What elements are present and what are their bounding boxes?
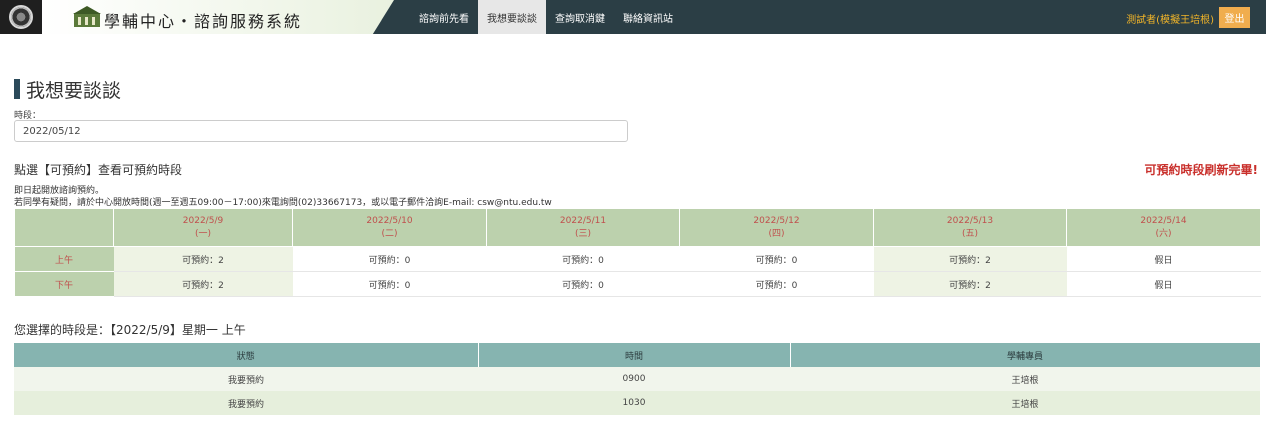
day-header: 2022/5/10 (二) <box>292 208 487 247</box>
available-slot-cell[interactable]: 可預約：2 <box>113 271 293 297</box>
schedule-corner-cell <box>14 208 114 247</box>
slot-cell: 可預約：0 <box>292 246 487 272</box>
university-logo[interactable] <box>0 0 42 34</box>
schedule-header-row: 2022/5/9 (一) 2022/5/10 (二) 2022/5/11 (三) 20… <box>14 208 1261 247</box>
user-name: 測試者(模擬王培根) <box>1126 15 1214 26</box>
weekly-schedule-table: 2022/5/9 (一) 2022/5/10 (二) 2022/5/11 (三) 20… <box>14 208 1261 297</box>
period-label-cell: 下午 <box>14 271 114 297</box>
column-header-status: 狀態 <box>14 343 479 367</box>
page-title: 我想要談談 <box>14 78 122 102</box>
logout-button[interactable]: 登出 <box>1219 7 1250 28</box>
contact-notice: 若同學有疑問，請於中心開放時間(週一至週五09:00－17:00)來電詢問(02… <box>14 198 552 208</box>
nav-item-cancel[interactable]: 查詢取消鍵 <box>546 0 614 34</box>
slot-staff: 王培根 <box>790 367 1260 391</box>
slot-cell: 可預約：0 <box>679 271 874 297</box>
available-slot-cell[interactable]: 可預約：2 <box>873 271 1067 297</box>
day-header: 2022/5/12 (四) <box>679 208 874 247</box>
top-navigation-bar: 學輔中心‧諮詢服務系統 諮詢前先看 我想要談談 查詢取消鍵 聯絡資訊站 測試者(… <box>0 0 1266 34</box>
schedule-heading: 點選【可預約】查看可預約時段 <box>14 163 183 177</box>
selected-period-heading: 您選擇的時段是：【2022/5/9】星期一 上午 <box>14 323 246 337</box>
book-link[interactable]: 我要預約 <box>14 391 478 415</box>
day-header: 2022/5/11 (三) <box>486 208 680 247</box>
day-header: 2022/5/14 (六) <box>1066 208 1261 247</box>
schedule-row-afternoon: 下午 可預約：2 可預約：0 可預約：0 可預約：0 可預約：2 假日 <box>14 271 1261 297</box>
book-link[interactable]: 我要預約 <box>14 367 478 391</box>
time-slots-table: 狀態 時間 學輔專員 我要預約 0900 王培根 我要預約 1030 王培根 <box>14 343 1261 415</box>
refresh-status: 可預約時段刷新完畢! <box>1144 163 1258 177</box>
nav-item-guide[interactable]: 諮詢前先看 <box>410 0 478 34</box>
table-row: 我要預約 1030 王培根 <box>14 391 1260 415</box>
schedule-row-morning: 上午 可預約：2 可預約：0 可預約：0 可預約：0 可預約：2 假日 <box>14 246 1261 272</box>
slot-time: 1030 <box>478 391 790 415</box>
system-title: 學輔中心‧諮詢服務系統 <box>104 12 303 31</box>
date-input[interactable] <box>14 120 628 142</box>
column-header-staff: 學輔專員 <box>790 343 1261 367</box>
holiday-cell: 假日 <box>1066 271 1261 297</box>
title-accent-bar <box>14 79 20 99</box>
university-seal-icon <box>9 5 33 29</box>
slot-time: 0900 <box>478 367 790 391</box>
nav-item-contact[interactable]: 聯絡資訊站 <box>614 0 682 34</box>
holiday-cell: 假日 <box>1066 246 1261 272</box>
day-header: 2022/5/9 (一) <box>113 208 293 247</box>
table-row: 我要預約 0900 王培根 <box>14 367 1260 391</box>
page-title-text: 我想要談談 <box>26 79 122 102</box>
period-label-cell: 上午 <box>14 246 114 272</box>
available-slot-cell[interactable]: 可預約：2 <box>113 246 293 272</box>
available-slot-cell[interactable]: 可預約：2 <box>873 246 1067 272</box>
slot-cell: 可預約：0 <box>292 271 487 297</box>
building-icon <box>73 6 101 27</box>
slots-header-row: 狀態 時間 學輔專員 <box>14 343 1261 367</box>
slot-cell: 可預約：0 <box>486 271 680 297</box>
main-nav: 諮詢前先看 我想要談談 查詢取消鍵 聯絡資訊站 <box>410 0 682 34</box>
slot-cell: 可預約：0 <box>679 246 874 272</box>
slot-cell: 可預約：0 <box>486 246 680 272</box>
column-header-time: 時間 <box>478 343 791 367</box>
nav-item-talk[interactable]: 我想要談談 <box>478 0 546 34</box>
day-header: 2022/5/13 (五) <box>873 208 1067 247</box>
slot-staff: 王培根 <box>790 391 1260 415</box>
